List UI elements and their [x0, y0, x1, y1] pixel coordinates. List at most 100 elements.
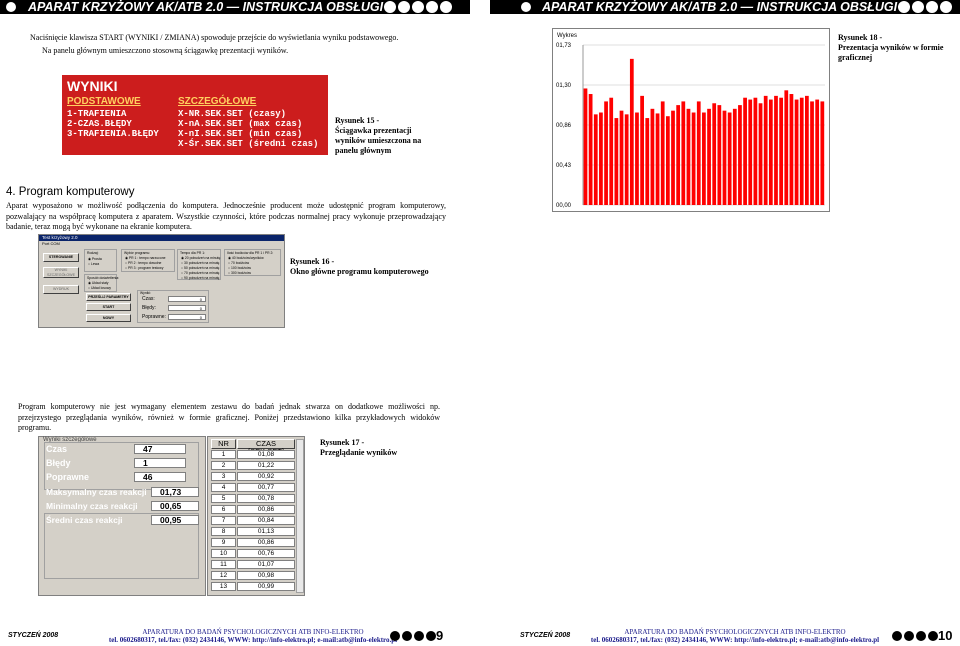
fig18-text: Prezentacja wyników w formie graficznej	[838, 43, 944, 62]
table-cell-czas: 00,78	[237, 494, 295, 503]
chart-bar	[702, 112, 706, 205]
table-cell-nr: 10	[211, 549, 236, 558]
option-tempo[interactable]: ◉ 20 pobudzeń na minutę	[181, 256, 220, 260]
header-title-left: APARAT KRZYŻOWY AK/ATB 2.0 — INSTRUKCJA …	[28, 0, 384, 14]
left-line: 3-TRAFIENIA.BŁĘDY	[67, 129, 159, 139]
option-ilosc[interactable]: ○ 70 bodźców	[228, 261, 249, 265]
table-cell-nr: 13	[211, 582, 236, 591]
wyniki-cheatsheet: WYNIKI PODSTAWOWE SZCZEGÓŁOWE 1-TRAFIENI…	[62, 75, 328, 155]
chart-bar	[774, 95, 778, 205]
chart-bar	[599, 112, 603, 205]
poprawne-label: Poprawne:	[142, 314, 166, 320]
option-losowy[interactable]: ○ Układ losowy	[88, 286, 111, 290]
chart-ytick-label: 00,86	[556, 123, 572, 129]
max-label: Maksymalny czas reakcji	[46, 487, 147, 497]
option-pr3[interactable]: ○ PR 3 : program testowy	[125, 266, 163, 270]
option-lewa[interactable]: ○ Lewa	[88, 262, 99, 266]
footer-contact: tel. 0602680317, tel./fax: (032) 2434146…	[108, 636, 398, 644]
option-staly[interactable]: ◉ Układ stały	[88, 281, 109, 285]
fig15-text: Ściągawka prezentacji wyników umieszczon…	[335, 126, 422, 155]
chart-svg: Wykres 01,73 01,30 00,86 00,43 00,00	[556, 33, 825, 209]
table-scrollbar[interactable]	[296, 439, 304, 593]
footer-date-left: STYCZEŃ 2008	[8, 632, 59, 639]
chart-bar	[768, 99, 773, 205]
bullet-icon	[521, 2, 531, 12]
footer-center-right: APARATURA DO BADAŃ PSYCHOLOGICZNYCH ATB …	[570, 628, 900, 644]
fig17-text: Przeglądanie wyników	[320, 448, 398, 457]
table-cell-czas: 00,92	[237, 472, 295, 481]
chart-bar	[609, 97, 614, 205]
footer-company: APARATURA DO BADAŃ PSYCHOLOGICZNYCH ATB …	[624, 628, 846, 636]
nowy-button[interactable]: NOWY	[86, 314, 131, 322]
chart-bar	[722, 110, 727, 205]
fig18-label: Rysunek 18 -	[838, 33, 883, 42]
intro-line-1: Naciśnięcie klawisza START (WYNIKI / ZMI…	[30, 33, 399, 42]
para-2: Program komputerowy nie jest wymagany el…	[18, 402, 440, 432]
chart-bar	[738, 105, 742, 205]
option-ilosc[interactable]: ○ 100 bodźców	[228, 266, 251, 270]
chart-bar	[784, 90, 789, 205]
chart-ytick-label: 01,73	[556, 43, 572, 49]
option-pr1[interactable]: ◉ PR 1 : tempo narzucone	[125, 256, 165, 260]
start-button[interactable]: START	[86, 303, 131, 311]
table-cell-nr: 7	[211, 516, 236, 525]
chart-bar	[789, 94, 794, 205]
chart-bar	[593, 114, 598, 205]
group-wyniki: Wyniki: Czas: 0 Błędy: 0 Poprawne: 0	[137, 290, 209, 323]
chart-ylabel: Wykres	[557, 33, 577, 39]
table-cell-czas: 00,77	[237, 483, 295, 492]
chart-bar	[805, 95, 809, 205]
bledy-value: 1	[134, 458, 186, 468]
option-tempo[interactable]: ○ 90 pobudzeń na minutę	[181, 276, 219, 280]
fig16-label: Rysunek 16 -	[290, 257, 335, 266]
table-cell-nr: 12	[211, 571, 236, 580]
bledy-field: 0	[168, 305, 206, 311]
fig18-caption: Rysunek 18 - Prezentacja wyników w formi…	[838, 33, 958, 63]
chart-bar	[799, 97, 804, 205]
group-title: Rodzaj:	[87, 251, 99, 255]
group-sposob: Sposób doświetlenia: ◉ Układ stały ○ Ukł…	[84, 274, 119, 292]
chart-bar	[635, 112, 639, 205]
footer-dots-left	[390, 631, 436, 641]
table-cell-czas: 00,86	[237, 505, 295, 514]
col-podstawowe: PODSTAWOWE	[67, 96, 141, 107]
wydruk-button[interactable]: WYDRUK	[43, 285, 79, 294]
option-tempo[interactable]: ○ 70 pobudzeń na minutę	[181, 271, 219, 275]
bledy-label: Błędy	[46, 458, 71, 468]
option-ilosc[interactable]: ○ 300 bodźców	[228, 271, 251, 275]
fig16-caption: Rysunek 16 - Okno główne programu komput…	[290, 257, 450, 277]
przeslij-parametry-button[interactable]: PRZEŚLIJ PARAMETRY	[86, 293, 131, 301]
option-prosta[interactable]: ◉ Prosta	[88, 257, 102, 261]
header-title-right: APARAT KRZYŻOWY AK/ATB 2.0 — INSTRUKCJA …	[542, 0, 898, 14]
chart-bar	[583, 88, 588, 205]
table-cell-nr: 3	[211, 472, 236, 481]
col-header-nr: NR	[211, 439, 236, 449]
fig16-text: Okno główne programu komputerowego	[290, 267, 429, 276]
option-pr2[interactable]: ○ PR 2 : tempo dowolne	[125, 261, 161, 265]
sterowanie-button[interactable]: STEROWANIE	[43, 253, 79, 262]
right-line: X-NR.SEK.SET (czasy)	[178, 109, 287, 119]
option-tempo[interactable]: ○ 50 pobudzeń na minutę	[181, 266, 219, 270]
header-dots-right	[898, 1, 952, 13]
table-cell-czas: 00,86	[237, 538, 295, 547]
option-ilosc[interactable]: ◉ 40 bodźców/wyników	[228, 256, 264, 260]
chart-bar	[681, 101, 686, 205]
chart-bar	[665, 116, 670, 205]
table-cell-nr: 2	[211, 461, 236, 470]
fig17-caption: Rysunek 17 - Przeglądanie wyników	[320, 438, 440, 458]
results-table: NR CZAS [SEK,SET] 101,08201,22300,92400,…	[207, 436, 305, 596]
table-cell-czas: 01,07	[237, 560, 295, 569]
avg-label: Średni czas reakcji	[46, 515, 123, 525]
table-cell-czas: 01,08	[237, 450, 295, 459]
page-number-right: 10	[938, 628, 953, 643]
program-menu-port[interactable]: Port COM	[39, 241, 284, 246]
min-value: 00,65	[151, 501, 199, 511]
option-tempo[interactable]: ○ 30 pobudzeń na minutę	[181, 261, 219, 265]
right-line: X-nA.SEK.SET (max czas)	[178, 119, 303, 129]
wyniki-szczegolowe-button[interactable]: WYNIKI SZCZEGÓŁOWE	[43, 267, 79, 278]
chart-bar	[676, 105, 681, 205]
chart-bar	[655, 113, 660, 205]
chart-bar	[753, 97, 758, 205]
min-label: Minimalny czas reakcji	[46, 501, 138, 511]
czas-label: Czas	[46, 444, 68, 454]
